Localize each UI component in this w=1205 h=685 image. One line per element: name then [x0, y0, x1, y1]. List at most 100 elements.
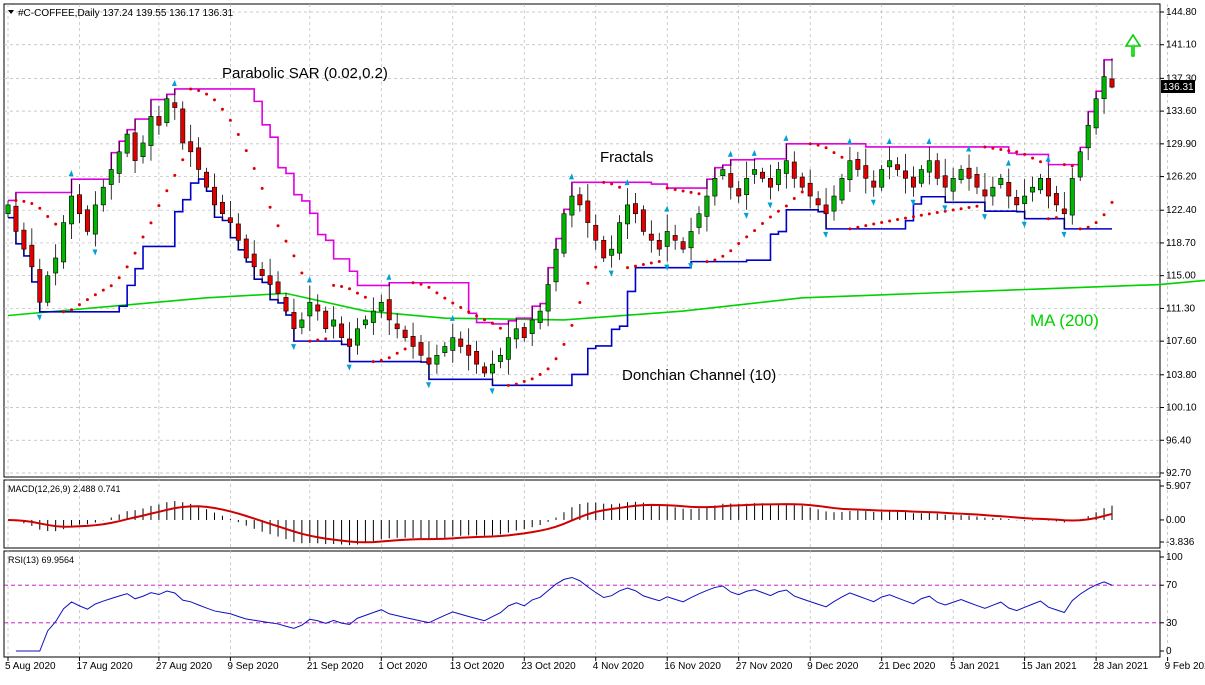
macd-panel — [3, 479, 1161, 549]
candle-body — [839, 178, 845, 201]
candle-body — [132, 132, 138, 161]
candle-body — [632, 203, 638, 215]
sar-dot — [141, 235, 145, 239]
sar-dot — [1015, 150, 1019, 154]
sar-dot — [649, 261, 653, 265]
candle-body — [156, 116, 162, 126]
candle-body — [847, 160, 853, 180]
sar-dot — [848, 227, 852, 231]
sar-dot — [252, 166, 256, 170]
candle-body — [37, 269, 43, 303]
sar-dot — [824, 146, 828, 150]
sar-dot — [244, 149, 248, 153]
sar-dot — [745, 235, 749, 239]
sar-dot — [768, 215, 772, 219]
chart-canvas[interactable]: 144.80141.10137.30133.60129.90126.20122.… — [0, 0, 1205, 680]
candle-body — [458, 338, 464, 347]
candle-body — [617, 222, 623, 254]
time-tick-label: 13 Oct 2020 — [450, 661, 505, 672]
candle-body — [1006, 182, 1012, 197]
candle-body — [823, 204, 829, 215]
candle-body — [1085, 124, 1091, 149]
time-tick-label: 9 Sep 2020 — [227, 661, 279, 672]
sar-dot — [633, 264, 637, 268]
price-panel — [3, 3, 1161, 478]
sar-dot — [387, 356, 391, 360]
price-tick-label: 115.00 — [1166, 271, 1196, 282]
sar-dot — [911, 215, 915, 219]
candle-body — [768, 178, 773, 188]
sar-dot — [197, 89, 201, 93]
candle-body — [879, 169, 885, 188]
time-tick-label: 27 Nov 2020 — [736, 661, 793, 672]
candle-body — [815, 198, 821, 206]
symbol-header: #C-COFFEE,Daily 137.24 139.55 136.17 136… — [18, 8, 234, 19]
candle-body — [998, 178, 1004, 185]
candle-body — [593, 224, 599, 241]
sar-dot — [578, 301, 582, 305]
sar-dot — [467, 310, 471, 314]
candle-body — [895, 164, 901, 170]
candle-body — [45, 275, 51, 303]
sar-dot — [435, 291, 439, 295]
candle-body — [1069, 178, 1075, 216]
candle-body — [648, 233, 654, 241]
sar-dot — [490, 321, 494, 325]
price-tick-label: 107.60 — [1166, 336, 1197, 347]
price-tick-label: 111.30 — [1166, 303, 1196, 314]
sar-dot — [348, 287, 352, 291]
candle-body — [609, 248, 615, 256]
price-tick-label: 122.40 — [1166, 205, 1197, 216]
sar-dot — [514, 382, 518, 386]
candle-body — [561, 213, 567, 254]
sar-dot — [665, 186, 669, 190]
candle-body — [855, 159, 861, 170]
candle-body — [736, 188, 742, 197]
time-tick-label: 21 Dec 2020 — [879, 661, 936, 672]
candle-body — [227, 217, 233, 223]
sar-dot — [737, 242, 741, 246]
sar-dot — [22, 199, 26, 203]
sar-dot — [451, 301, 455, 305]
candle-body — [577, 194, 583, 206]
sar-dot — [697, 192, 701, 196]
candle-body — [418, 342, 424, 356]
price-tick-label: 126.20 — [1166, 172, 1197, 183]
sar-dot — [77, 303, 81, 307]
candle-body — [442, 346, 448, 353]
candle-body — [92, 204, 98, 235]
sar-dot — [181, 158, 185, 162]
sar-dot — [1039, 160, 1043, 164]
candle-body — [100, 186, 106, 206]
sar-dot — [864, 224, 868, 228]
sar-dot — [459, 306, 463, 310]
rsi-tick-label: 0 — [1166, 646, 1172, 657]
candle-body — [910, 176, 916, 188]
sar-dot — [991, 146, 995, 150]
candle-body — [21, 229, 27, 250]
rsi-tick-label: 70 — [1166, 580, 1178, 591]
sar-dot — [101, 288, 105, 292]
candle-body — [267, 275, 273, 285]
candle-body — [5, 204, 11, 215]
time-tick-label: 15 Jan 2021 — [1022, 661, 1077, 672]
sar-dot — [220, 107, 224, 111]
candle-body — [1038, 178, 1043, 191]
candle-body — [926, 160, 932, 173]
time-tick-label: 27 Aug 2020 — [156, 661, 213, 672]
candle-body — [196, 147, 202, 170]
sar-dot — [673, 188, 677, 192]
candle-body — [370, 310, 376, 323]
sar-dot — [1007, 149, 1011, 153]
sar-dot — [792, 197, 796, 201]
sar-dot — [205, 92, 209, 96]
candle-body — [243, 238, 249, 259]
sar-dot — [689, 190, 693, 194]
sar-dot — [395, 351, 399, 355]
sar-dot — [54, 222, 58, 226]
candle-body — [863, 165, 869, 179]
candle-body — [466, 344, 472, 356]
sar-dot — [1102, 213, 1106, 217]
time-axis: 5 Aug 2020 17 Aug 2020 27 Aug 2020 9 Sep 20… — [5, 657, 1205, 672]
sar-dot — [538, 373, 542, 377]
